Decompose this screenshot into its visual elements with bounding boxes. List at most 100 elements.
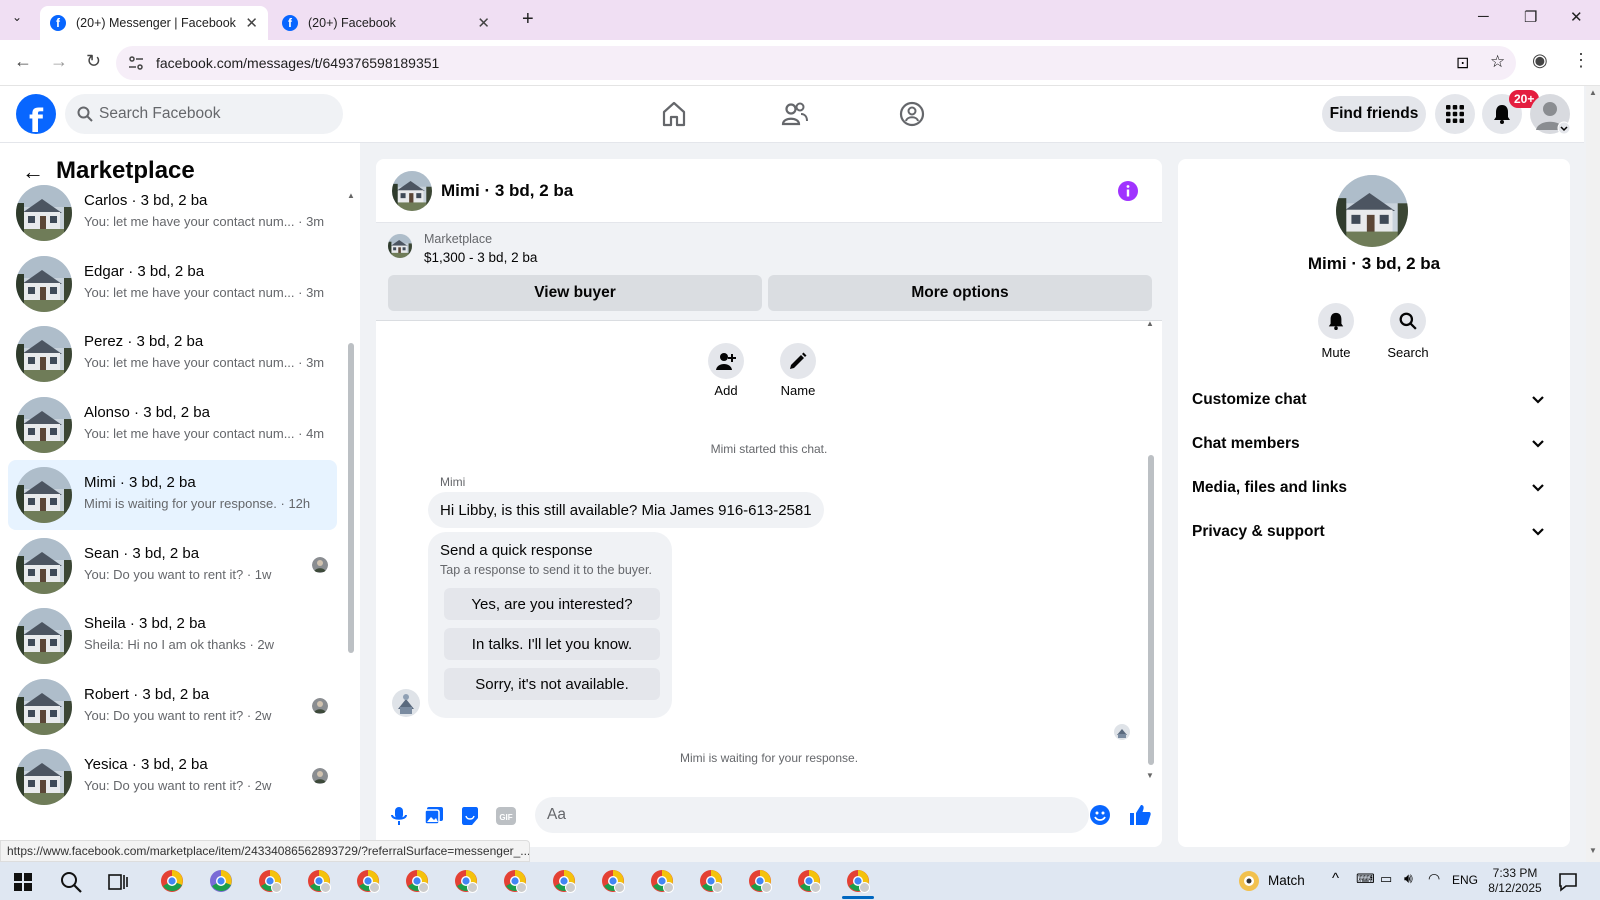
groups-icon[interactable] <box>898 100 926 128</box>
new-tab-icon[interactable]: + <box>522 8 534 31</box>
chrome-taskbar-icon[interactable] <box>601 869 625 893</box>
forward-icon[interactable]: → <box>50 51 68 72</box>
weather-label[interactable]: Match <box>1268 873 1305 888</box>
windows-start-icon[interactable] <box>14 873 32 891</box>
page-scroll-up-icon[interactable]: ▲ <box>1589 88 1597 97</box>
install-app-icon[interactable]: ⊡ <box>1456 53 1469 73</box>
scrollbar-thumb[interactable] <box>348 343 354 653</box>
chat-avatar[interactable] <box>392 171 432 211</box>
message-composer[interactable] <box>535 797 1110 833</box>
ime-icon[interactable]: ⌨ <box>1356 871 1375 887</box>
microphone-icon[interactable] <box>390 806 408 826</box>
chrome-taskbar-icon[interactable] <box>699 869 723 893</box>
conversation-item[interactable]: Sheila · 3 bd, 2 ba Sheila: Hi no I am ok… <box>8 601 337 671</box>
chrome-taskbar-icon[interactable] <box>503 869 527 893</box>
sender-avatar[interactable] <box>392 689 420 717</box>
conversation-item[interactable]: Alonso · 3 bd, 2 ba You: let me have your… <box>8 390 337 460</box>
tab-search-chevron-icon[interactable]: ⌄ <box>12 10 22 24</box>
listing-thumbnail[interactable] <box>388 234 412 258</box>
find-friends-button[interactable]: Find friends <box>1322 96 1426 132</box>
thread-scroll-up-icon[interactable]: ▲ <box>1146 319 1154 328</box>
wifi-icon[interactable]: ◠ <box>1428 870 1440 887</box>
gif-icon[interactable]: GIF <box>496 807 516 825</box>
add-people-button[interactable] <box>708 343 744 379</box>
sticker-icon[interactable] <box>460 806 480 826</box>
section-customize-chat[interactable]: Customize chat <box>1192 381 1554 421</box>
system-clock[interactable]: 7:33 PM 8/12/2025 <box>1476 866 1554 896</box>
like-thumb-icon[interactable] <box>1128 803 1152 827</box>
chat-title[interactable]: Mimi · 3 bd, 2 ba <box>441 181 573 201</box>
chrome-taskbar-icon[interactable] <box>258 869 282 893</box>
reload-icon[interactable]: ↻ <box>86 51 101 72</box>
taskbar-search-icon[interactable] <box>60 871 82 893</box>
language-indicator[interactable]: ENG <box>1452 873 1478 887</box>
conversation-item[interactable]: Sean · 3 bd, 2 ba You: Do you want to ren… <box>8 531 337 601</box>
home-icon[interactable] <box>660 100 688 128</box>
more-options-button[interactable]: More options <box>768 275 1152 311</box>
page-scroll-down-icon[interactable]: ▼ <box>1589 846 1597 855</box>
close-tab-icon[interactable]: ✕ <box>245 14 258 32</box>
conversation-item[interactable]: Yesica · 3 bd, 2 ba You: Do you want to r… <box>8 742 337 812</box>
facebook-logo-icon[interactable]: f <box>16 94 56 134</box>
chrome-taskbar-icon[interactable] <box>454 869 478 893</box>
friends-icon[interactable] <box>780 100 808 128</box>
section-privacy-support[interactable]: Privacy & support <box>1192 513 1554 553</box>
weather-sports-icon[interactable] <box>1238 870 1260 892</box>
notifications-center-icon[interactable] <box>1558 872 1578 892</box>
chrome-taskbar-icon[interactable] <box>552 869 576 893</box>
profile-icon[interactable]: ◉ <box>1532 50 1548 71</box>
message-bubble[interactable]: Hi Libby, is this still available? Mia J… <box>428 492 824 528</box>
tab-facebook[interactable]: f (20+) Facebook ✕ <box>272 6 500 40</box>
emoji-icon[interactable] <box>1089 804 1111 826</box>
mute-button[interactable] <box>1318 303 1354 339</box>
info-icon[interactable] <box>1118 181 1138 201</box>
chrome-taskbar-icon[interactable] <box>356 869 380 893</box>
profile-avatar[interactable] <box>1336 175 1408 247</box>
conversation-item[interactable]: Carlos · 3 bd, 2 ba You: let me have your… <box>8 178 337 248</box>
close-window-icon[interactable]: ✕ <box>1570 8 1583 26</box>
account-avatar[interactable] <box>1530 94 1570 134</box>
conversation-item[interactable]: Edgar · 3 bd, 2 ba You: let me have your … <box>8 249 337 319</box>
maximize-icon[interactable]: ❐ <box>1524 8 1537 26</box>
quick-response-option[interactable]: Sorry, it's not available. <box>444 668 660 700</box>
task-view-icon[interactable] <box>108 872 128 892</box>
bookmark-star-icon[interactable]: ☆ <box>1490 52 1505 72</box>
tray-chevron-icon[interactable]: ^ <box>1332 870 1339 887</box>
close-tab-icon[interactable]: ✕ <box>477 14 490 32</box>
name-chat-button[interactable] <box>780 343 816 379</box>
tab-messenger[interactable]: f (20+) Messenger | Facebook ✕ <box>40 6 268 40</box>
search-chat-button[interactable] <box>1390 303 1426 339</box>
taskbar-app-icon[interactable] <box>209 869 233 893</box>
menu-grid-button[interactable] <box>1435 94 1475 134</box>
quick-response-option[interactable]: Yes, are you interested? <box>444 588 660 620</box>
conversation-item[interactable]: Perez · 3 bd, 2 ba You: let me have your … <box>8 319 337 389</box>
chrome-taskbar-icon[interactable] <box>846 869 870 893</box>
site-info-icon[interactable] <box>128 55 144 71</box>
scroll-up-arrow-icon[interactable]: ▲ <box>347 191 355 200</box>
browser-menu-icon[interactable]: ⋮ <box>1572 50 1590 71</box>
conversation-item[interactable]: Robert · 3 bd, 2 ba You: Do you want to r… <box>8 672 337 742</box>
chrome-taskbar-icon[interactable] <box>797 869 821 893</box>
photo-icon[interactable] <box>424 806 444 826</box>
search-input[interactable] <box>99 94 335 134</box>
chrome-taskbar-icon[interactable] <box>405 869 429 893</box>
section-chat-members[interactable]: Chat members <box>1192 425 1554 465</box>
address-bar[interactable]: facebook.com/messages/t/649376598189351 … <box>116 46 1516 80</box>
thread-scroll-down-icon[interactable]: ▼ <box>1146 771 1154 780</box>
view-buyer-button[interactable]: View buyer <box>388 275 762 311</box>
chrome-taskbar-icon[interactable] <box>650 869 674 893</box>
chrome-taskbar-icon[interactable] <box>748 869 772 893</box>
volume-icon[interactable]: 🔊︎ <box>1404 870 1413 887</box>
conversation-item[interactable]: Mimi · 3 bd, 2 ba Mimi is waiting for you… <box>8 460 337 530</box>
chrome-taskbar-icon[interactable] <box>307 869 331 893</box>
chrome-taskbar-icon[interactable] <box>160 869 184 893</box>
thread-scrollbar-thumb[interactable] <box>1148 455 1154 765</box>
meet-now-icon[interactable]: ▭ <box>1380 871 1392 887</box>
message-input[interactable] <box>547 797 1047 833</box>
section-media-files-links[interactable]: Media, files and links <box>1192 469 1554 509</box>
listing-title[interactable]: $1,300 - 3 bd, 2 ba <box>424 250 537 265</box>
page-scrollbar[interactable]: ▲ ▼ <box>1586 86 1600 862</box>
quick-response-option[interactable]: In talks. I'll let you know. <box>444 628 660 660</box>
profile-name[interactable]: Mimi · 3 bd, 2 ba <box>1178 254 1570 274</box>
back-icon[interactable]: ← <box>14 51 32 72</box>
